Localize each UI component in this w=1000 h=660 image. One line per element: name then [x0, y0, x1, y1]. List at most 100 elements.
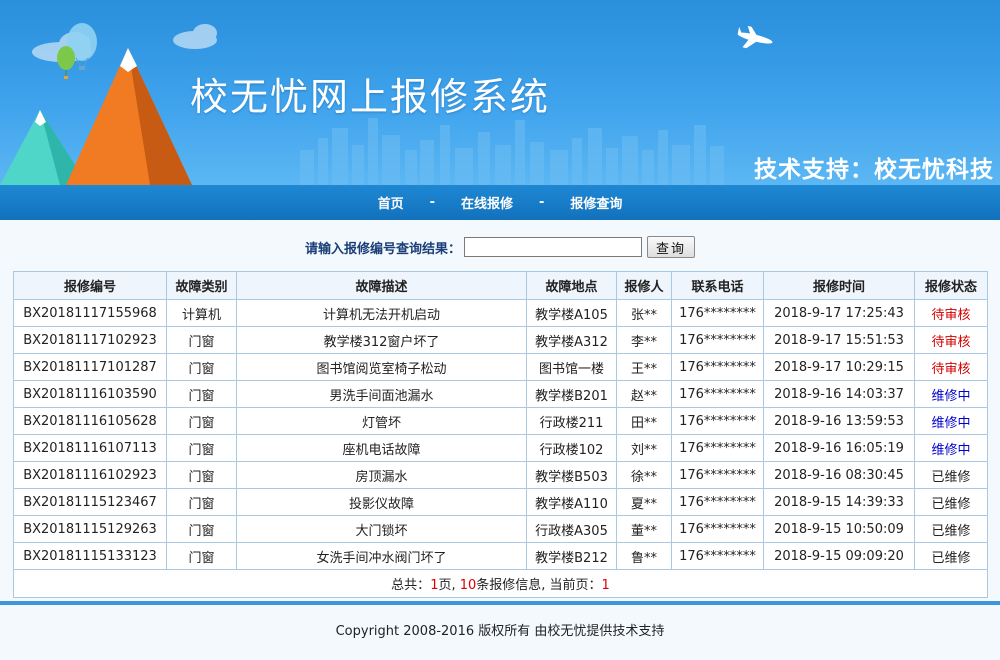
cell-reporter: 夏**	[616, 488, 672, 516]
site-title: 校无忧网上报修系统	[190, 75, 551, 119]
cell-reporter: 刘**	[616, 434, 672, 462]
cell-report-time: 2018-9-15 10:50:09	[763, 515, 915, 543]
cell-description: 男洗手间面池漏水	[236, 380, 527, 408]
cell-category: 门窗	[166, 353, 237, 381]
cell-location: 教学楼A105	[526, 299, 617, 327]
table-row: BX20181117102923 门窗 教学楼312窗户坏了 教学楼A312 李** 17…	[13, 326, 988, 354]
column-header-category: 故障类别	[166, 271, 237, 300]
table-body: BX20181117155968 计算机 计算机无法开机启动 教学楼A105 张** 17…	[13, 299, 988, 570]
cell-location: 行政楼A305	[526, 515, 617, 543]
cell-description: 座机电话故障	[236, 434, 527, 462]
cell-status: 待审核	[914, 353, 988, 381]
cell-report-time: 2018-9-16 14:03:37	[763, 380, 915, 408]
cell-description: 女洗手间冲水阀门坏了	[236, 542, 527, 570]
table-header-row: 报修编号 故障类别 故障描述 故障地点 报修人 联系电话 报修时间 报修状态	[13, 271, 988, 300]
tech-support-text: 技术支持：校无忧科技	[754, 157, 994, 183]
nav-repair-query-link[interactable]: 报修查询	[566, 193, 626, 212]
cell-phone: 176********	[671, 407, 764, 435]
table-row: BX20181116102923 门窗 房顶漏水 教学楼B503 徐** 176*****…	[13, 461, 988, 489]
copyright-text: Copyright 2008-2016 版权所有 由校无忧提供技术支持	[335, 624, 665, 639]
column-header-reporter: 报修人	[616, 271, 672, 300]
cell-phone: 176********	[671, 488, 764, 516]
summary-mid2: 条报修信息, 当前页：	[476, 578, 602, 593]
cell-status: 已维修	[914, 542, 988, 570]
airplane-icon	[737, 25, 773, 49]
column-header-phone: 联系电话	[671, 271, 764, 300]
cell-phone: 176********	[671, 380, 764, 408]
column-header-location: 故障地点	[526, 271, 617, 300]
cell-location: 教学楼A312	[526, 326, 617, 354]
cell-reporter: 鲁**	[616, 542, 672, 570]
cell-report-time: 2018-9-15 14:39:33	[763, 488, 915, 516]
column-header-status: 报修状态	[914, 271, 988, 300]
cell-status: 已维修	[914, 488, 988, 516]
search-bar: 请输入报修编号查询结果： 查询	[0, 234, 1000, 260]
table-summary-row: 总共：1页, 10条报修信息, 当前页：1	[13, 569, 988, 598]
cell-reporter: 徐**	[616, 461, 672, 489]
cell-report-time: 2018-9-17 17:25:43	[763, 299, 915, 327]
cell-reporter: 王**	[616, 353, 672, 381]
table-row: BX20181116103590 门窗 男洗手间面池漏水 教学楼B201 赵** 176*…	[13, 380, 988, 408]
table-row: BX20181117155968 计算机 计算机无法开机启动 教学楼A105 张** 17…	[13, 299, 988, 327]
cell-description: 计算机无法开机启动	[236, 299, 527, 327]
pagination-summary: 总共：1页, 10条报修信息, 当前页：1	[13, 569, 988, 598]
cell-report-time: 2018-9-17 15:51:53	[763, 326, 915, 354]
city-skyline-graphic	[300, 118, 724, 185]
cell-location: 教学楼B503	[526, 461, 617, 489]
cell-repair-id: BX20181115129263	[13, 515, 167, 543]
nav-online-repair-link[interactable]: 在线报修	[457, 193, 517, 212]
cell-location: 教学楼B201	[526, 380, 617, 408]
cell-category: 门窗	[166, 407, 237, 435]
table-row: BX20181117101287 门窗 图书馆阅览室椅子松动 图书馆一楼 王** 176*…	[13, 353, 988, 381]
balloon-graphic	[57, 23, 97, 79]
cell-description: 投影仪故障	[236, 488, 527, 516]
cell-category: 门窗	[166, 542, 237, 570]
cell-repair-id: BX20181116102923	[13, 461, 167, 489]
cell-phone: 176********	[671, 461, 764, 489]
footer-divider	[0, 601, 1000, 605]
cell-location: 教学楼B212	[526, 542, 617, 570]
cell-phone: 176********	[671, 299, 764, 327]
search-label: 请输入报修编号查询结果：	[304, 241, 461, 257]
summary-prefix: 总共：	[391, 578, 431, 593]
cell-repair-id: BX20181117102923	[13, 326, 167, 354]
cell-reporter: 赵**	[616, 380, 672, 408]
cell-phone: 176********	[671, 515, 764, 543]
cell-status: 待审核	[914, 299, 988, 327]
cell-location: 教学楼A110	[526, 488, 617, 516]
cell-phone: 176********	[671, 326, 764, 354]
cell-category: 门窗	[166, 326, 237, 354]
header-banner: 校无忧网上报修系统 技术支持：校无忧科技	[0, 0, 1000, 185]
nav-home-link[interactable]: 首页	[374, 193, 408, 212]
cell-repair-id: BX20181117155968	[13, 299, 167, 327]
table-row: BX20181115123467 门窗 投影仪故障 教学楼A110 夏** 176****…	[13, 488, 988, 516]
cell-status: 维修中	[914, 407, 988, 435]
current-page: 1	[601, 578, 610, 593]
repair-records-table: 报修编号 故障类别 故障描述 故障地点 报修人 联系电话 报修时间 报修状态 B…	[13, 271, 988, 598]
cell-location: 行政楼211	[526, 407, 617, 435]
cell-report-time: 2018-9-16 08:30:45	[763, 461, 915, 489]
cell-phone: 176********	[671, 353, 764, 381]
cell-reporter: 张**	[616, 299, 672, 327]
cell-description: 教学楼312窗户坏了	[236, 326, 527, 354]
cell-description: 房顶漏水	[236, 461, 527, 489]
cell-category: 门窗	[166, 434, 237, 462]
cell-category: 门窗	[166, 461, 237, 489]
cell-report-time: 2018-9-16 13:59:53	[763, 407, 915, 435]
cell-description: 灯管坏	[236, 407, 527, 435]
cell-report-time: 2018-9-16 16:05:19	[763, 434, 915, 462]
query-button[interactable]: 查询	[647, 236, 696, 258]
cell-status: 维修中	[914, 380, 988, 408]
cell-location: 图书馆一楼	[526, 353, 617, 381]
repair-id-search-input[interactable]	[464, 237, 642, 257]
table-row: BX20181115129263 门窗 大门锁坏 行政楼A305 董** 176*****…	[13, 515, 988, 543]
column-header-time: 报修时间	[763, 271, 915, 300]
cell-status: 维修中	[914, 434, 988, 462]
cell-category: 门窗	[166, 380, 237, 408]
cell-repair-id: BX20181117101287	[13, 353, 167, 381]
table-row: BX20181116105628 门窗 灯管坏 行政楼211 田** 176*******…	[13, 407, 988, 435]
cell-reporter: 董**	[616, 515, 672, 543]
main-nav: 首页 - 在线报修 - 报修查询	[0, 185, 1000, 220]
table-row: BX20181115133123 门窗 女洗手间冲水阀门坏了 教学楼B212 鲁** 17…	[13, 542, 988, 570]
cell-report-time: 2018-9-15 09:09:20	[763, 542, 915, 570]
